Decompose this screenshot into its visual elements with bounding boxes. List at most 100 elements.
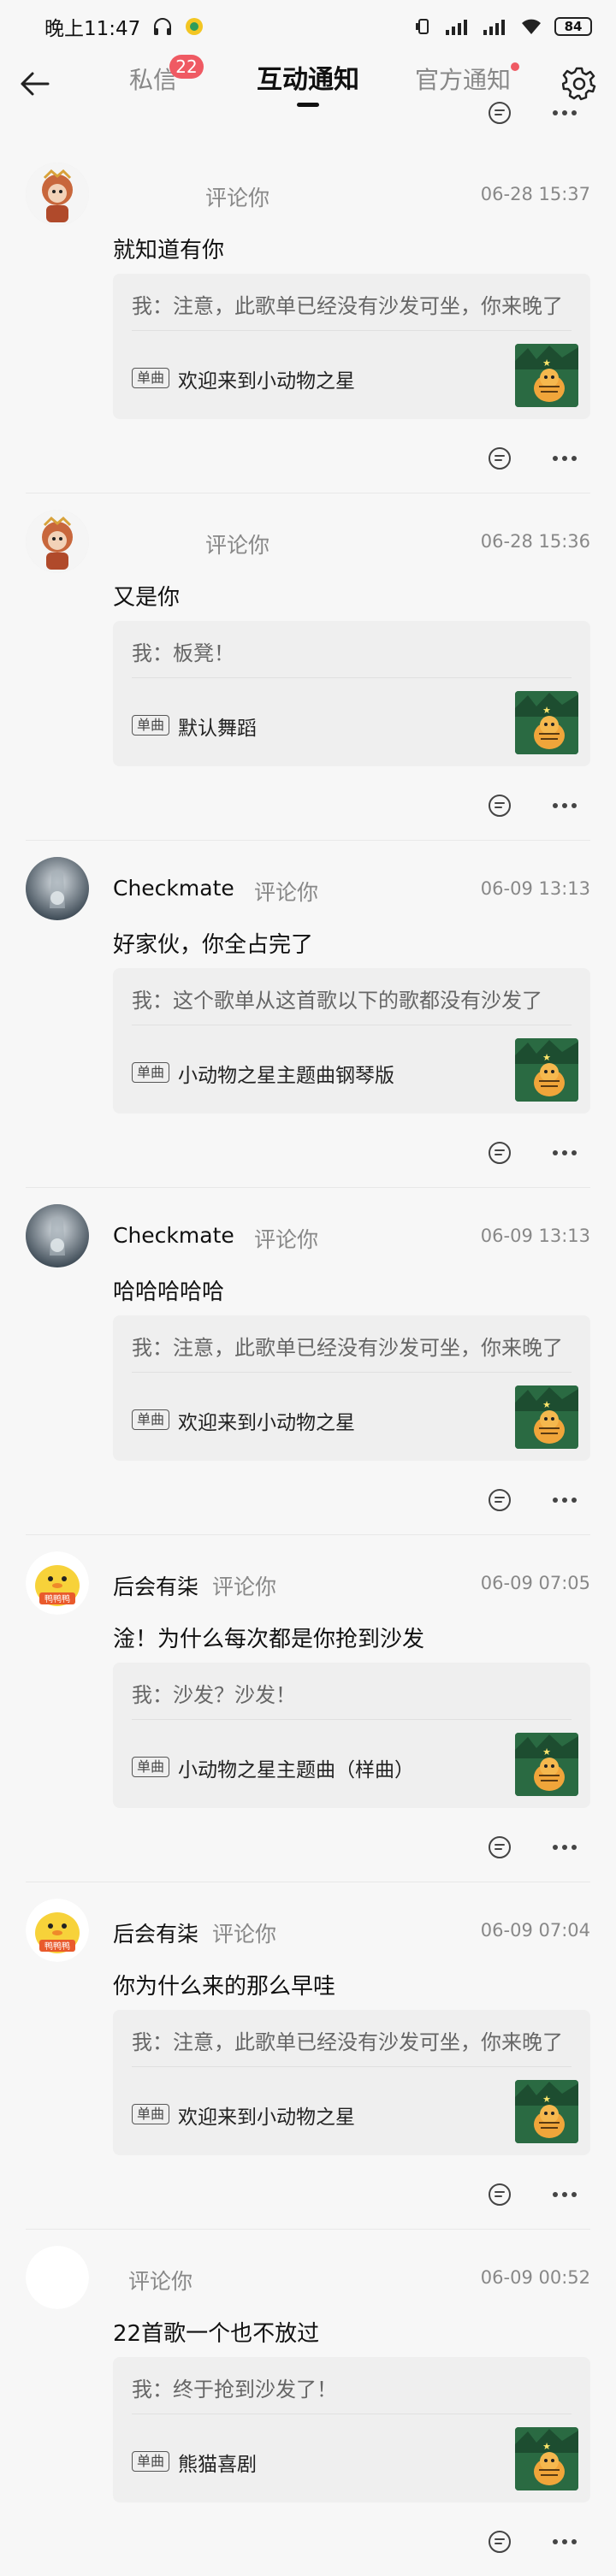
avatar[interactable] bbox=[26, 510, 89, 573]
more-button[interactable] bbox=[551, 792, 578, 819]
reply-button[interactable] bbox=[486, 1139, 513, 1167]
action-text: 评论你 bbox=[212, 1575, 277, 1599]
svg-text:★: ★ bbox=[542, 2441, 551, 2452]
song-name[interactable]: 欢迎来到小动物之星 bbox=[178, 2100, 355, 2130]
quoted-comment-box[interactable]: 我：终于抢到沙发了！ 单曲 熊猫喜剧 ★ bbox=[113, 2357, 590, 2502]
more-button[interactable] bbox=[551, 445, 578, 472]
more-icon bbox=[553, 2192, 577, 2197]
signal-hd-icon bbox=[483, 17, 508, 36]
quoted-comment-box[interactable]: 我：沙发？沙发！ 单曲 小动物之星主题曲（样曲） ★ bbox=[113, 1663, 590, 1808]
quoted-comment-box[interactable]: 我：这个歌单从这首歌以下的歌都没有沙发了 单曲 小动物之星主题曲钢琴版 ★ bbox=[113, 968, 590, 1114]
notification-item[interactable]: 评论你 06-28 15:37 就知道有你 我：注意，此歌单已经没有沙发可坐，你… bbox=[0, 145, 616, 493]
song-cover-image[interactable]: ★ bbox=[515, 2080, 578, 2143]
timestamp: 06-09 13:13 bbox=[480, 878, 590, 899]
quoted-comment-box[interactable]: 我：注意，此歌单已经没有沙发可坐，你来晚了 单曲 欢迎来到小动物之星 ★ bbox=[113, 2010, 590, 2155]
avatar[interactable] bbox=[26, 857, 89, 920]
quoted-comment-text: 我：这个歌单从这首歌以下的歌都没有沙发了 bbox=[132, 989, 542, 1013]
song-cover-image[interactable]: ★ bbox=[515, 1733, 578, 1796]
comment-icon bbox=[489, 1489, 511, 1511]
song-name[interactable]: 欢迎来到小动物之星 bbox=[178, 1406, 355, 1435]
username[interactable]: 后会有柒 bbox=[113, 1570, 198, 1601]
quoted-comment-text: 我：终于抢到沙发了！ bbox=[132, 2378, 337, 2402]
avatar[interactable]: 鸭鸭鸭 bbox=[26, 1899, 89, 1962]
avatar[interactable] bbox=[26, 2246, 89, 2309]
reply-button[interactable] bbox=[486, 445, 513, 472]
action-text: 评论你 bbox=[254, 880, 319, 905]
comment-text: 你为什么来的那么早哇 bbox=[113, 1974, 336, 2000]
settings-button[interactable] bbox=[560, 65, 598, 103]
signal-icon bbox=[445, 17, 471, 36]
timestamp: 06-09 00:52 bbox=[480, 2267, 590, 2288]
quoted-comment-text: 我：注意，此歌单已经没有沙发可坐，你来晚了 bbox=[132, 1336, 563, 1360]
quote-divider bbox=[132, 677, 572, 678]
notification-item[interactable]: 评论你 06-28 15:36 又是你 我：板凳！ 单曲 默认舞蹈 ★ bbox=[0, 493, 616, 840]
quote-divider bbox=[132, 2066, 572, 2067]
notification-item[interactable]: Checkmate 评论你 06-09 13:13 哈哈哈哈哈 我：注意，此歌单… bbox=[0, 1187, 616, 1534]
reply-button[interactable] bbox=[486, 2528, 513, 2555]
quoted-comment-text: 我：沙发？沙发！ bbox=[132, 1683, 296, 1707]
item-actions bbox=[486, 1486, 616, 1514]
username[interactable]: Checkmate bbox=[113, 876, 234, 901]
reply-button[interactable] bbox=[486, 792, 513, 819]
tab-official-notifications[interactable]: 官方通知 bbox=[415, 63, 511, 97]
song-name[interactable]: 默认舞蹈 bbox=[178, 712, 257, 741]
quoted-comment-box[interactable]: 我：注意，此歌单已经没有沙发可坐，你来晚了 单曲 欢迎来到小动物之星 ★ bbox=[113, 1315, 590, 1461]
song-cover-image[interactable]: ★ bbox=[515, 691, 578, 754]
comment-text: 22首歌一个也不放过 bbox=[113, 2321, 320, 2347]
avatar[interactable]: 鸭鸭鸭 bbox=[26, 1551, 89, 1615]
comment-text: 哈哈哈哈哈 bbox=[113, 1279, 225, 1305]
song-name[interactable]: 小动物之星主题曲（样曲） bbox=[178, 1753, 414, 1782]
timestamp: 06-28 15:37 bbox=[480, 184, 590, 204]
item-divider bbox=[26, 840, 590, 841]
svg-text:★: ★ bbox=[542, 1052, 551, 1063]
vibrate-icon bbox=[414, 17, 433, 36]
more-icon bbox=[553, 803, 577, 808]
svg-text:★: ★ bbox=[542, 1399, 551, 1410]
tab-interaction-notifications[interactable]: 互动通知 bbox=[257, 63, 359, 97]
more-icon bbox=[553, 2539, 577, 2544]
notification-item[interactable]: 评论你 06-09 00:52 22首歌一个也不放过 我：终于抢到沙发了！ 单曲… bbox=[0, 2229, 616, 2576]
song-cover-image[interactable]: ★ bbox=[515, 1038, 578, 1102]
more-button[interactable] bbox=[551, 1834, 578, 1861]
action-text: 评论你 bbox=[254, 1227, 319, 1252]
notification-item[interactable]: 鸭鸭鸭 后会有柒 评论你 06-09 07:05 淦！为什么每次都是你抢到沙发 … bbox=[0, 1534, 616, 1882]
timestamp: 06-09 07:05 bbox=[480, 1573, 590, 1593]
timestamp: 06-09 13:13 bbox=[480, 1226, 590, 1246]
reply-button[interactable] bbox=[486, 99, 513, 127]
active-tab-indicator bbox=[297, 103, 319, 107]
avatar[interactable] bbox=[26, 1204, 89, 1267]
song-name[interactable]: 熊猫喜剧 bbox=[178, 2448, 257, 2477]
reply-button[interactable] bbox=[486, 1834, 513, 1861]
comment-text: 就知道有你 bbox=[113, 238, 225, 263]
app-notification-icon bbox=[185, 17, 204, 36]
back-button[interactable] bbox=[17, 67, 51, 101]
quoted-comment-text: 我：板凳！ bbox=[132, 641, 234, 665]
song-cover-image[interactable]: ★ bbox=[515, 1385, 578, 1449]
song-type-tag: 单曲 bbox=[132, 1062, 170, 1083]
more-button[interactable] bbox=[551, 2528, 578, 2555]
item-divider bbox=[26, 1534, 590, 1535]
song-cover-image[interactable]: ★ bbox=[515, 2427, 578, 2490]
song-type-tag: 单曲 bbox=[132, 2451, 170, 2472]
avatar-caption: 鸭鸭鸭 bbox=[44, 1941, 70, 1952]
reply-button[interactable] bbox=[486, 1486, 513, 1514]
quoted-comment-box[interactable]: 我：板凳！ 单曲 默认舞蹈 ★ bbox=[113, 621, 590, 766]
more-button[interactable] bbox=[551, 1486, 578, 1514]
more-button[interactable] bbox=[551, 1139, 578, 1167]
notification-item[interactable]: 鸭鸭鸭 后会有柒 评论你 06-09 07:04 你为什么来的那么早哇 我：注意… bbox=[0, 1882, 616, 2229]
comment-icon bbox=[489, 2183, 511, 2206]
song-name[interactable]: 欢迎来到小动物之星 bbox=[178, 364, 355, 393]
username[interactable]: 后会有柒 bbox=[113, 1917, 198, 1948]
song-cover-image[interactable]: ★ bbox=[515, 344, 578, 407]
username[interactable]: Checkmate bbox=[113, 1223, 234, 1248]
notification-item[interactable]: Checkmate 评论你 06-09 13:13 好家伙，你全占完了 我：这个… bbox=[0, 840, 616, 1187]
more-button[interactable] bbox=[551, 99, 578, 127]
quote-divider bbox=[132, 1719, 572, 1720]
reply-button[interactable] bbox=[486, 2181, 513, 2208]
more-button[interactable] bbox=[551, 2181, 578, 2208]
quoted-comment-box[interactable]: 我：注意，此歌单已经没有沙发可坐，你来晚了 单曲 欢迎来到小动物之星 ★ bbox=[113, 274, 590, 419]
comment-icon bbox=[489, 795, 511, 817]
battery-icon: 84 bbox=[554, 17, 592, 36]
avatar[interactable] bbox=[26, 162, 89, 226]
song-name[interactable]: 小动物之星主题曲钢琴版 bbox=[178, 1059, 394, 1088]
